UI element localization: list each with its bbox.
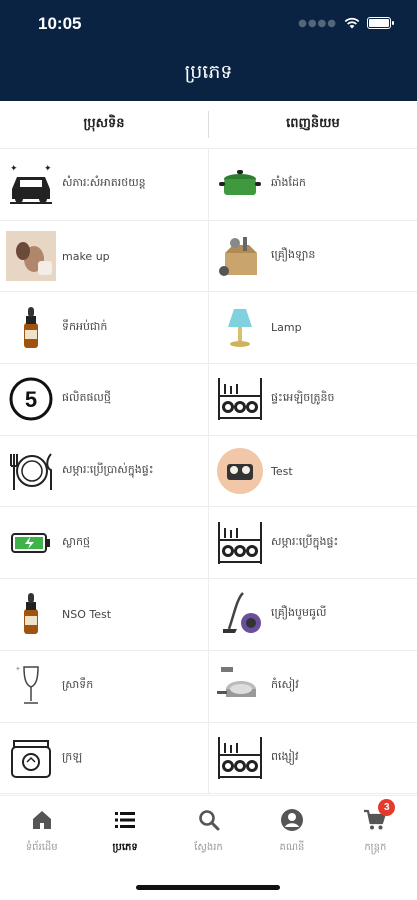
category-item[interactable]: សម្ភារៈប្រើក្នុងផ្ទះ	[209, 507, 417, 580]
svg-text:✦: ✦	[10, 164, 18, 174]
category-item[interactable]: ✦ ✦ សំភារៈសំអាតរថយន្ត	[0, 149, 209, 221]
home-icon	[32, 811, 51, 829]
serum-bottle-icon	[6, 303, 56, 353]
svg-text:5: 5	[25, 387, 37, 412]
category-tabs: ប្រុសទិន ពេញនិយម	[0, 101, 417, 149]
category-label: Test	[271, 464, 293, 478]
category-item[interactable]: ក្រឡ	[0, 722, 209, 795]
category-item[interactable]: ឆាំងដែក	[209, 149, 417, 221]
category-label: ពង្សៀវ	[271, 749, 299, 763]
category-item[interactable]: សម្ភារៈប្រើប្រាស់ក្នុងផ្ទះ	[0, 435, 209, 508]
category-label: ស្លាកថ្ម	[62, 534, 90, 548]
category-label: គ្រឿងបូមធូលី	[271, 606, 327, 620]
category-item[interactable]: ស្លាកថ្ម	[0, 507, 209, 580]
category-label: ទឹកអប់ជាក់	[62, 319, 108, 333]
nav-search-label: ស្វែងរក	[194, 842, 223, 853]
egg-tray-icon	[215, 446, 265, 496]
category-item[interactable]: ✦ ស្រាទឹក	[0, 650, 209, 723]
category-grid: ✦ ✦ សំភារៈសំអាតរថយន្ត ឆាំងដែក make up គ្រឿងឡា…	[0, 149, 417, 795]
category-item[interactable]: ពង្សៀវ	[209, 723, 417, 795]
battery-icon	[6, 518, 56, 568]
cart-count-badge: 3	[378, 799, 396, 816]
nav-cart-label: កន្ត្រក	[364, 842, 387, 853]
wifi-icon	[344, 17, 360, 29]
lamp-icon	[215, 303, 265, 353]
nav-home[interactable]: ទំព័រដើម	[0, 796, 83, 866]
status-bar: 10:05 ●●●●	[0, 14, 417, 36]
cooking-pot-icon	[215, 159, 265, 209]
category-item[interactable]: 5 ផលិតផលថ្មី	[0, 364, 209, 436]
app-header: 10:05 ●●●● ប្រភេទ	[0, 0, 417, 101]
status-time: 10:05	[38, 14, 82, 33]
category-label: សម្ភារៈប្រើប្រាស់ក្នុងផ្ទះ	[62, 463, 154, 477]
signal-icon: ●●●●	[298, 17, 337, 29]
number-five-icon: 5	[6, 374, 56, 424]
nav-account[interactable]: គណនី	[250, 796, 333, 866]
category-label: ឆាំងដែក	[271, 176, 306, 190]
car-parts-box-icon	[215, 231, 265, 281]
dish-rack-icon	[215, 733, 265, 783]
dish-rack-icon	[215, 518, 265, 568]
category-label: គ្រឿងឡាន	[271, 248, 316, 262]
category-label: ផលិតផលថ្មី	[62, 391, 111, 405]
category-label: Lamp	[271, 321, 302, 335]
cookware-set-icon	[215, 661, 265, 711]
account-icon	[280, 809, 303, 831]
category-item[interactable]: make up	[0, 220, 209, 293]
category-item[interactable]: ទឹកអប់ជាក់	[0, 292, 209, 365]
nav-categories[interactable]: ប្រភេទ	[83, 796, 166, 866]
nav-home-label: ទំព័រដើម	[25, 842, 58, 853]
category-item[interactable]: Lamp	[209, 292, 417, 365]
bottom-navigation: ទំព័រដើម ប្រភេទ ស្វែងរក គណនី 3 កន្ត្រក	[0, 795, 417, 900]
list-icon	[115, 812, 136, 828]
category-label: ផ្ទះអេឡិចត្រូនិច	[271, 391, 335, 405]
page-title: ប្រភេទ	[184, 61, 233, 83]
svg-text:✦: ✦	[44, 164, 52, 174]
nav-search[interactable]: ស្វែងរក	[167, 796, 250, 866]
home-indicator	[136, 885, 280, 890]
nav-categories-label: ប្រភេទ	[112, 842, 138, 853]
category-item[interactable]: កំសៀវ	[209, 651, 417, 723]
category-label: ស្រាទឹក	[62, 678, 94, 692]
vacuum-cleaner-icon	[215, 589, 265, 639]
tab-popular[interactable]: ពេញនិយម	[209, 101, 417, 148]
category-label: សម្ភារៈប្រើក្នុងផ្ទះ	[271, 534, 339, 548]
svg-text:✦: ✦	[15, 665, 21, 673]
makeup-brush-icon	[6, 231, 56, 282]
tab-brands[interactable]: ប្រុសទិន	[0, 101, 208, 148]
category-item[interactable]: គ្រឿងបូមធូលី	[209, 579, 417, 651]
category-item[interactable]: Test	[209, 436, 417, 508]
dish-rack-icon	[215, 374, 265, 424]
nav-account-label: គណនី	[279, 842, 305, 853]
serum-bottle-icon	[6, 589, 56, 639]
category-label: កំសៀវ	[271, 678, 299, 692]
category-label: សំភារៈសំអាតរថយន្ត	[62, 176, 146, 190]
nav-cart[interactable]: 3 កន្ត្រក	[334, 796, 417, 866]
wine-glass-icon: ✦	[6, 661, 56, 711]
category-item[interactable]: គ្រឿងឡាន	[209, 221, 417, 293]
category-label: make up	[62, 249, 110, 263]
battery-status-icon	[367, 17, 394, 29]
car-wash-icon: ✦ ✦	[6, 159, 56, 209]
plate-cutlery-icon	[6, 446, 56, 496]
jar-icon	[6, 733, 56, 783]
search-icon	[198, 810, 220, 831]
category-item[interactable]: ផ្ទះអេឡិចត្រូនិច	[209, 364, 417, 436]
category-label: NSO Test	[62, 607, 112, 621]
category-label: ក្រឡ	[62, 749, 83, 763]
category-item[interactable]: NSO Test	[0, 579, 209, 651]
